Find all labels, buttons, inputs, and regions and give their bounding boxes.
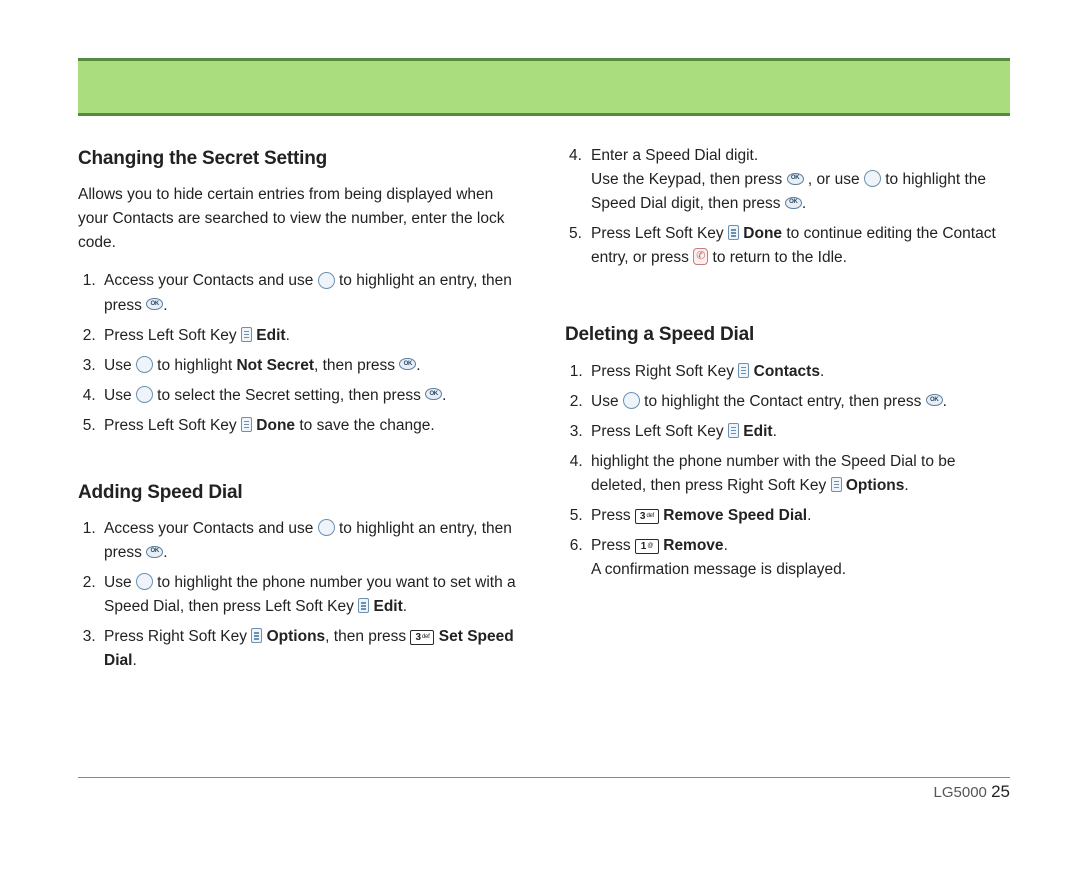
- nav-key-icon: [318, 272, 335, 289]
- softkey-icon: [358, 598, 369, 613]
- nav-key-icon: [136, 356, 153, 373]
- key-3-icon: 3def: [410, 630, 434, 645]
- list-item: Enter a Speed Dial digit. Use the Keypad…: [565, 144, 1010, 216]
- ok-key-icon: OK: [425, 388, 442, 400]
- end-key-icon: [693, 248, 708, 265]
- list-item: Use to select the Secret setting, then p…: [100, 384, 523, 408]
- list-item: Press Left Soft Key Done to save the cha…: [100, 414, 523, 438]
- list-item: Use to highlight the phone number you wa…: [100, 571, 523, 619]
- ok-key-icon: OK: [399, 358, 416, 370]
- page-number: 25: [991, 782, 1010, 801]
- list-item: Use to highlight Not Secret, then press …: [100, 354, 523, 378]
- list-item: Press 3def Remove Speed Dial.: [587, 504, 1010, 528]
- list-item: Access your Contacts and use to highligh…: [100, 269, 523, 317]
- softkey-icon: [251, 628, 262, 643]
- nav-key-icon: [136, 573, 153, 590]
- softkey-icon: [728, 225, 739, 240]
- section-heading: Adding Speed Dial: [78, 478, 523, 507]
- list-item: highlight the phone number with the Spee…: [587, 450, 1010, 498]
- nav-key-icon: [864, 170, 881, 187]
- steps-list: Access your Contacts and use to highligh…: [78, 517, 523, 673]
- left-column: Changing the Secret Setting Allows you t…: [78, 144, 523, 713]
- ok-key-icon: OK: [926, 394, 943, 406]
- softkey-icon: [738, 363, 749, 378]
- ok-key-icon: OK: [785, 197, 802, 209]
- list-item: Access your Contacts and use to highligh…: [100, 517, 523, 565]
- list-item: Press Right Soft Key Options, then press…: [100, 625, 523, 673]
- list-item: Press Left Soft Key Done to continue edi…: [565, 222, 1010, 270]
- nav-key-icon: [623, 392, 640, 409]
- softkey-icon: [831, 477, 842, 492]
- ok-key-icon: OK: [146, 298, 163, 310]
- ok-key-icon: OK: [146, 546, 163, 558]
- list-item: Press Left Soft Key Edit.: [100, 324, 523, 348]
- key-3-icon: 3def: [635, 509, 659, 524]
- nav-key-icon: [318, 519, 335, 536]
- softkey-icon: [241, 327, 252, 342]
- steps-list: Press Right Soft Key Contacts. Use to hi…: [565, 360, 1010, 582]
- softkey-icon: [728, 423, 739, 438]
- section-intro: Allows you to hide certain entries from …: [78, 183, 523, 255]
- nav-key-icon: [136, 386, 153, 403]
- content-columns: Changing the Secret Setting Allows you t…: [78, 144, 1010, 713]
- list-item: Press Left Soft Key Edit.: [587, 420, 1010, 444]
- key-1-icon: 1@: [635, 539, 659, 554]
- model-label: LG5000: [934, 784, 987, 801]
- section-heading: Changing the Secret Setting: [78, 144, 523, 173]
- softkey-icon: [241, 417, 252, 432]
- header-band: [78, 58, 1010, 116]
- footer-rule: [78, 777, 1010, 778]
- list-item: Press Right Soft Key Contacts.: [587, 360, 1010, 384]
- list-item: Use to highlight the Contact entry, then…: [587, 390, 1010, 414]
- steps-list-continued: Enter a Speed Dial digit. Use the Keypad…: [565, 144, 1010, 270]
- right-column: Enter a Speed Dial digit. Use the Keypad…: [565, 144, 1010, 713]
- steps-list: Access your Contacts and use to highligh…: [78, 269, 523, 437]
- list-item: Press 1@ Remove. A confirmation message …: [587, 534, 1010, 582]
- manual-page: Changing the Secret Setting Allows you t…: [0, 0, 1080, 883]
- section-heading: Deleting a Speed Dial: [565, 320, 1010, 349]
- ok-key-icon: OK: [787, 173, 804, 185]
- page-footer: LG5000 25: [934, 779, 1010, 805]
